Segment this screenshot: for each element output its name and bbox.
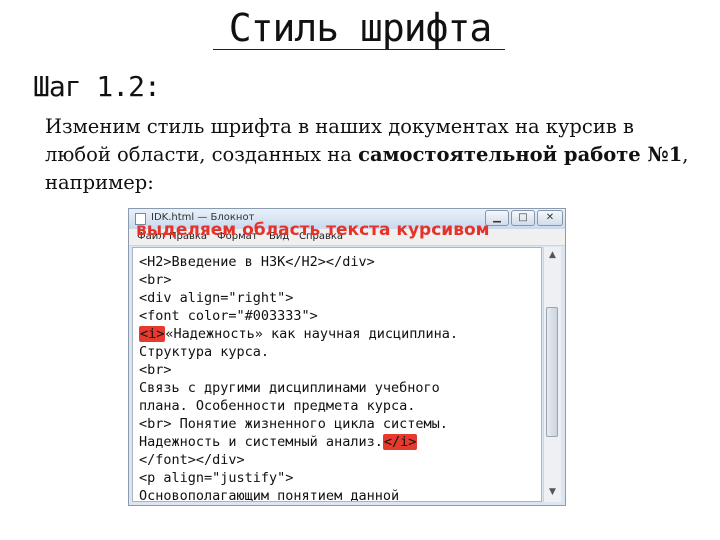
overlay-annotation: выделяем область текста курсивом — [136, 220, 490, 240]
italic-open-tag: <i> — [139, 326, 166, 342]
instruction-bold: самостоятельной работе №1 — [358, 143, 683, 166]
step-label: Шаг 1.2: — [33, 70, 161, 103]
code-line-text: Надежность и системный анализ. — [139, 434, 383, 450]
title-underline — [213, 49, 505, 50]
code-line: Связь с другими дисциплинами учебного — [139, 380, 440, 396]
code-line: </font></div> — [139, 452, 245, 468]
italic-close-tag: </i> — [382, 434, 418, 450]
scrollbar-thumb[interactable] — [546, 307, 558, 437]
code-line: <br> — [139, 272, 172, 288]
close-button[interactable]: ✕ — [537, 210, 563, 226]
code-line: <p align="justify"> — [139, 470, 294, 486]
instruction-text: Изменим стиль шрифта в наших документах … — [45, 113, 695, 197]
code-line: Структура курса. — [139, 344, 270, 360]
maximize-button[interactable]: □ — [511, 210, 535, 226]
code-line: <font color="#003333"> — [139, 308, 318, 324]
scroll-up-arrow-icon[interactable]: ▲ — [548, 251, 557, 260]
code-line: Надежность и системный анализ.</i> — [139, 434, 418, 450]
notepad-window: IDK.html — Блокнот ▁ □ ✕ Файл Правка Фор… — [128, 208, 566, 506]
text-editor[interactable]: <H2>Введение в НЗК</H2></div> <br> <div … — [132, 247, 542, 502]
code-line: <i>«Надежность» как научная дисциплина. — [139, 326, 458, 342]
scroll-down-arrow-icon[interactable]: ▼ — [548, 488, 557, 497]
code-line: <br> Понятие жизненного цикла системы. — [139, 416, 448, 432]
vertical-scrollbar[interactable]: ▲ ▼ — [543, 247, 561, 502]
code-line: <br> — [139, 362, 172, 378]
code-line-text: «Надежность» как научная дисциплина. — [165, 326, 458, 342]
slide-title: Стиль шрифта — [228, 6, 493, 50]
code-line: Основополагающим понятием данной — [139, 488, 400, 502]
code-line: <H2>Введение в НЗК</H2></div> — [139, 254, 375, 270]
code-line: плана. Особенности предмета курса. — [139, 398, 416, 414]
code-line: <div align="right"> — [139, 290, 294, 306]
